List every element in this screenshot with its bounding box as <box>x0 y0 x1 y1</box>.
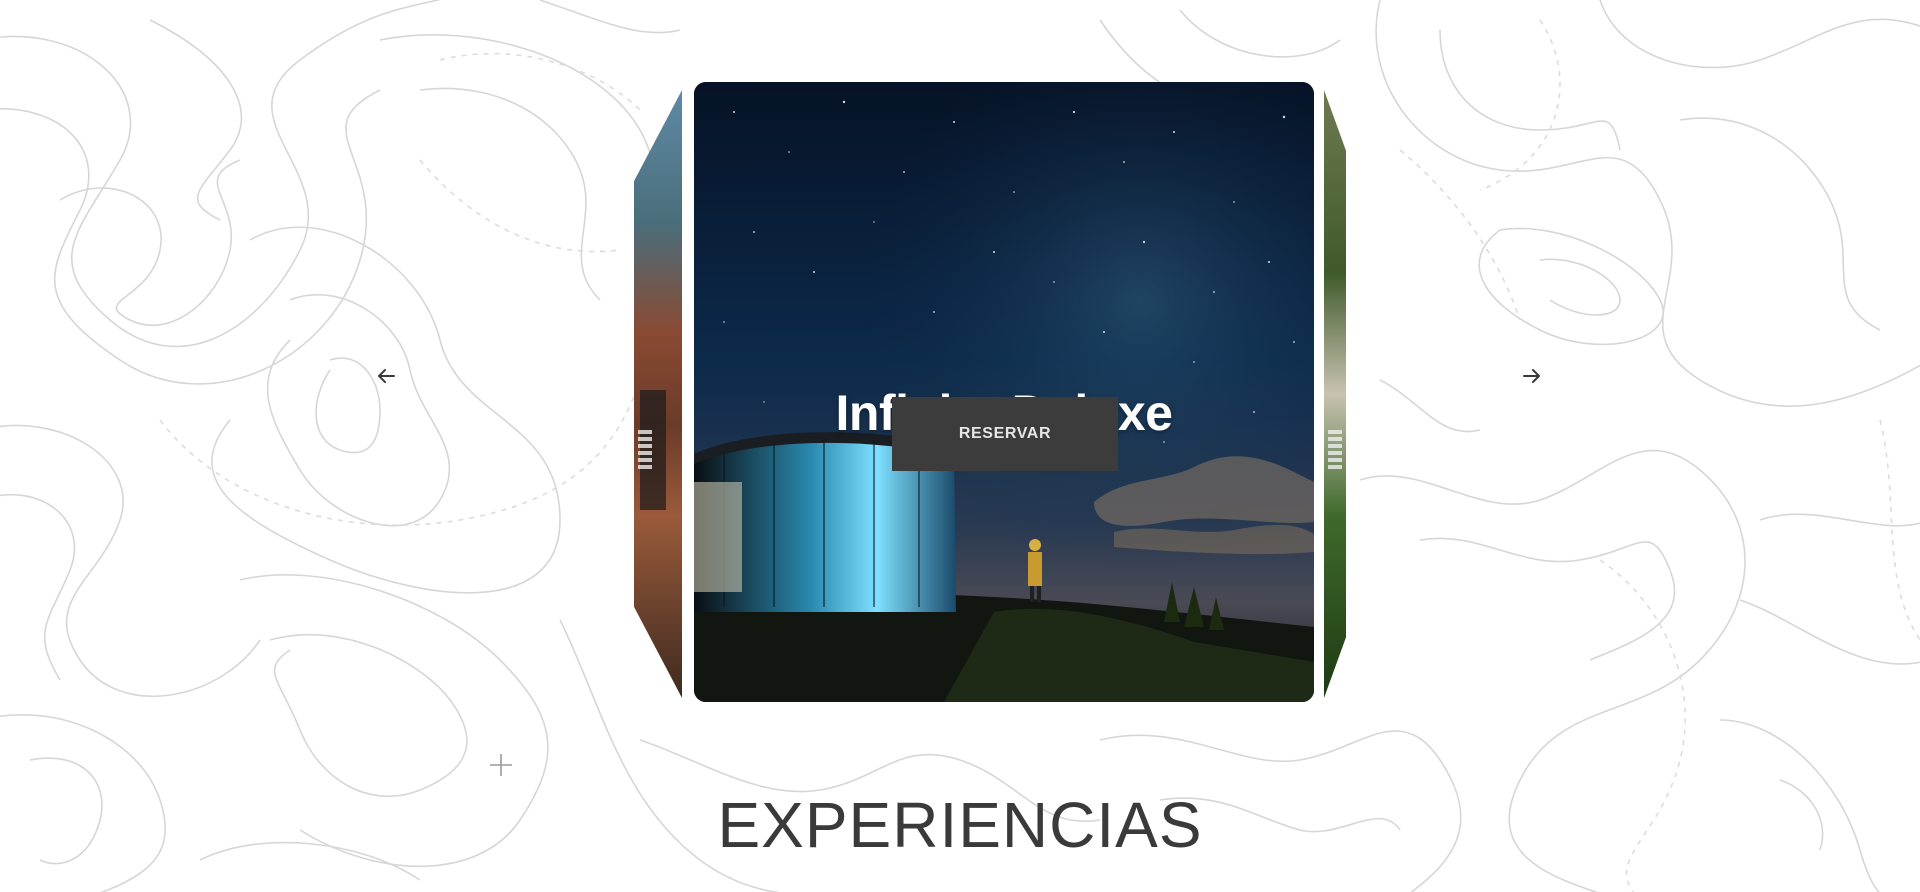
arrow-right-icon <box>1523 369 1540 383</box>
carousel-next-button[interactable] <box>1518 362 1546 390</box>
section-title: EXPERIENCIAS <box>717 789 1203 861</box>
plus-icon <box>490 754 512 776</box>
reservar-button[interactable]: RESERVAR <box>892 397 1118 471</box>
carousel-side-face-prev[interactable] <box>634 90 682 698</box>
side-face-sign <box>638 430 652 470</box>
side-face-sign <box>1328 430 1342 470</box>
carousel-prev-button[interactable] <box>372 362 400 390</box>
carousel-side-face-next[interactable] <box>1324 90 1346 698</box>
arrow-left-icon <box>378 369 395 383</box>
carousel-active-slide: Infinito Deluxe RESERVAR <box>694 82 1314 702</box>
